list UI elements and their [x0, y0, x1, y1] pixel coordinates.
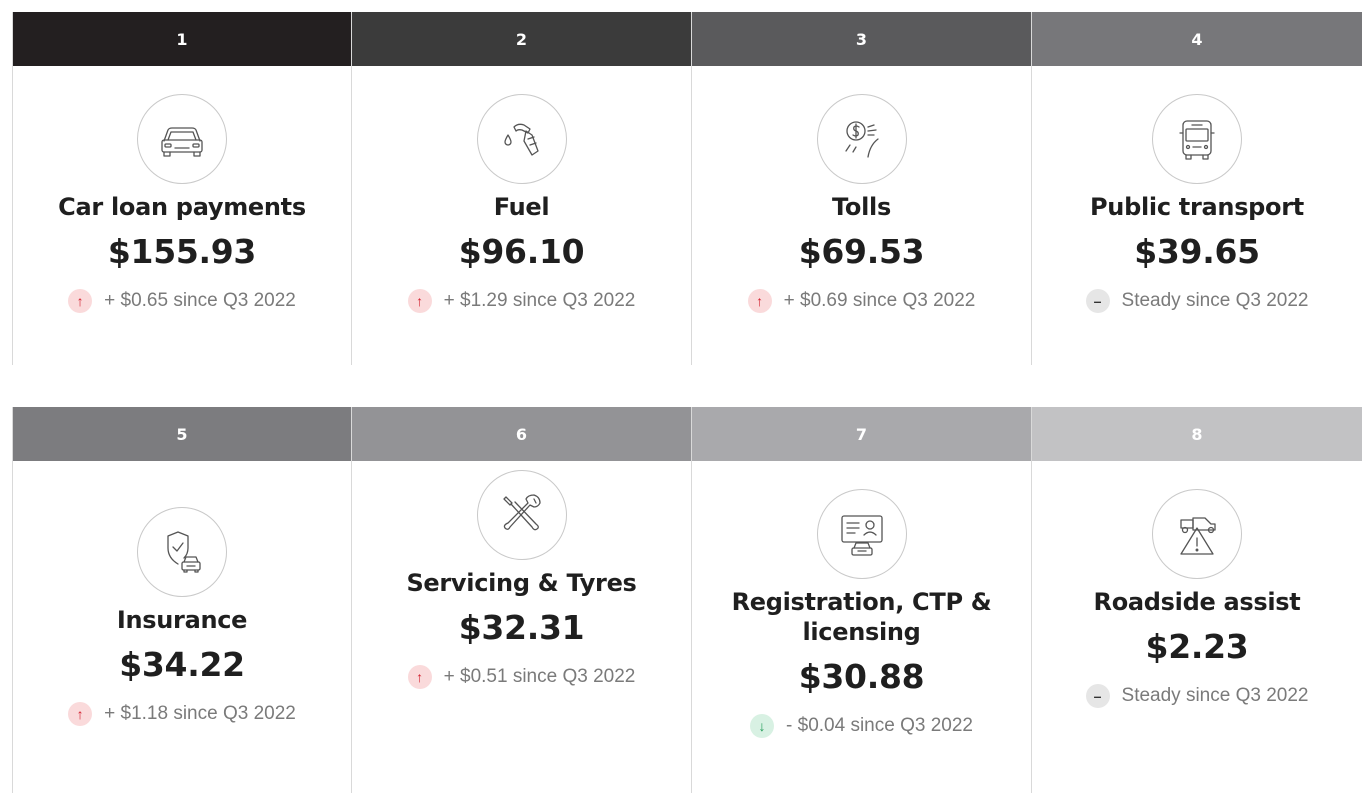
rank-header: 4	[1032, 12, 1362, 66]
change-text: + $1.18 since Q3 2022	[104, 703, 296, 724]
cost-card-car-loan: 1 Car loan payments $155.93 ↑ + $0.65 si…	[12, 12, 352, 365]
arrow-up-icon: ↑	[407, 665, 432, 689]
change-text: - $0.04 since Q3 2022	[786, 715, 973, 736]
card-title: Registration, CTP & licensing	[731, 588, 992, 646]
card-amount: $96.10	[458, 232, 585, 271]
arrow-down-icon: ↓	[750, 714, 775, 738]
cost-card-fuel: 2 Fuel $96.10 ↑ + $1.29 since Q3 2022	[352, 12, 692, 365]
card-change: ↑ + $1.29 since Q3 2022	[407, 289, 636, 313]
cost-card-servicing-tyres: 6 Servicing & Tyres $32.31 ↑ + $0.51 sin…	[352, 407, 692, 793]
change-text: Steady since Q3 2022	[1121, 290, 1309, 311]
card-change: – Steady since Q3 2022	[1085, 289, 1309, 313]
card-amount: $39.65	[1134, 232, 1260, 271]
card-amount: $34.22	[119, 645, 245, 684]
card-title: Servicing & Tyres	[406, 569, 637, 597]
card-amount: $32.31	[458, 608, 585, 647]
card-change: ↑ + $0.69 since Q3 2022	[747, 289, 976, 313]
insurance-shield-car-icon	[137, 507, 227, 597]
change-text: + $0.51 since Q3 2022	[443, 666, 636, 687]
change-text: + $0.69 since Q3 2022	[783, 290, 976, 311]
car-icon	[137, 94, 227, 184]
rank-header: 5	[13, 407, 351, 461]
toll-icon	[816, 94, 907, 184]
rank-header: 1	[13, 12, 351, 66]
rank-header: 8	[1032, 407, 1362, 461]
rank-header: 3	[692, 12, 1031, 66]
card-change: – Steady since Q3 2022	[1085, 684, 1309, 708]
cost-row-1: 1 Car loan payments $155.93 ↑ + $0.65 si…	[12, 12, 1362, 365]
licence-card-car-icon	[816, 489, 907, 579]
change-text: + $0.65 since Q3 2022	[104, 290, 296, 311]
arrow-up-icon: ↑	[407, 289, 432, 313]
cost-row-2: 5 Insurance $34.22 ↑ + $1.18 since Q3 20…	[12, 407, 1362, 793]
bus-icon	[1152, 94, 1242, 184]
cost-card-tolls: 3 Tolls $69.53 ↑ + $0.69 since Q3 2022	[692, 12, 1032, 365]
card-change: ↑ + $0.65 since Q3 2022	[68, 289, 296, 313]
steady-dash-icon: –	[1085, 289, 1110, 313]
card-amount: $69.53	[798, 232, 925, 271]
card-change: ↑ + $1.18 since Q3 2022	[68, 702, 296, 726]
rank-header: 2	[352, 12, 691, 66]
steady-dash-icon: –	[1085, 684, 1110, 708]
rank-header: 6	[352, 407, 691, 461]
change-text: + $1.29 since Q3 2022	[443, 290, 636, 311]
arrow-up-icon: ↑	[68, 702, 93, 726]
card-title: Tolls	[832, 193, 891, 221]
card-title: Fuel	[493, 193, 550, 221]
card-change: ↑ + $0.51 since Q3 2022	[407, 665, 636, 689]
cost-card-insurance: 5 Insurance $34.22 ↑ + $1.18 since Q3 20…	[12, 407, 352, 793]
card-title: Insurance	[116, 606, 248, 634]
card-title: Public transport	[1090, 193, 1304, 221]
card-amount: $2.23	[1145, 627, 1249, 666]
card-change: ↓ - $0.04 since Q3 2022	[750, 714, 973, 738]
rank-header: 7	[692, 407, 1031, 461]
cost-card-public-transport: 4 Public transport $39.65 – Steady since…	[1032, 12, 1362, 365]
fuel-nozzle-icon	[476, 94, 567, 184]
card-title: Car loan payments	[58, 193, 306, 221]
wrench-screwdriver-icon	[476, 470, 567, 560]
cost-card-roadside-assist: 8 Roadside assist $2.23 – Steady since Q…	[1032, 407, 1362, 793]
card-amount: $155.93	[107, 232, 257, 271]
cost-card-registration: 7 Registration, CTP & licensing $30.88 ↓…	[692, 407, 1032, 793]
card-amount: $30.88	[798, 657, 925, 696]
card-title: Roadside assist	[1093, 588, 1301, 616]
arrow-up-icon: ↑	[747, 289, 772, 313]
roadside-warning-icon	[1152, 489, 1242, 579]
change-text: Steady since Q3 2022	[1121, 685, 1309, 706]
arrow-up-icon: ↑	[68, 289, 93, 313]
